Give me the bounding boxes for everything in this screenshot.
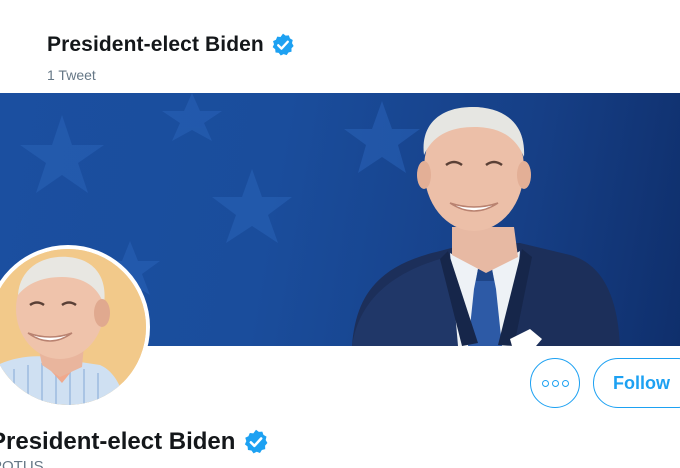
follow-button[interactable]: Follow <box>593 358 680 408</box>
header-profile-name: President-elect Biden <box>47 33 264 56</box>
profile-avatar[interactable] <box>0 245 150 409</box>
more-options-icon <box>541 379 569 387</box>
profile-handle: POTUS <box>0 458 44 468</box>
more-dot <box>541 379 549 387</box>
avatar-photo <box>0 249 146 405</box>
profile-display-name: President-elect Biden <box>0 428 236 455</box>
verified-badge-icon <box>270 32 296 58</box>
header-title-row: President-elect Biden <box>47 32 296 58</box>
more-dot <box>551 379 559 387</box>
tweet-count: 1 Tweet <box>47 67 96 83</box>
verified-badge-icon <box>242 428 270 456</box>
more-options-button[interactable] <box>530 358 580 408</box>
profile-top-header: President-elect Biden 1 Tweet <box>0 0 680 92</box>
profile-name-row: President-elect Biden <box>0 428 270 456</box>
more-dot <box>561 379 569 387</box>
